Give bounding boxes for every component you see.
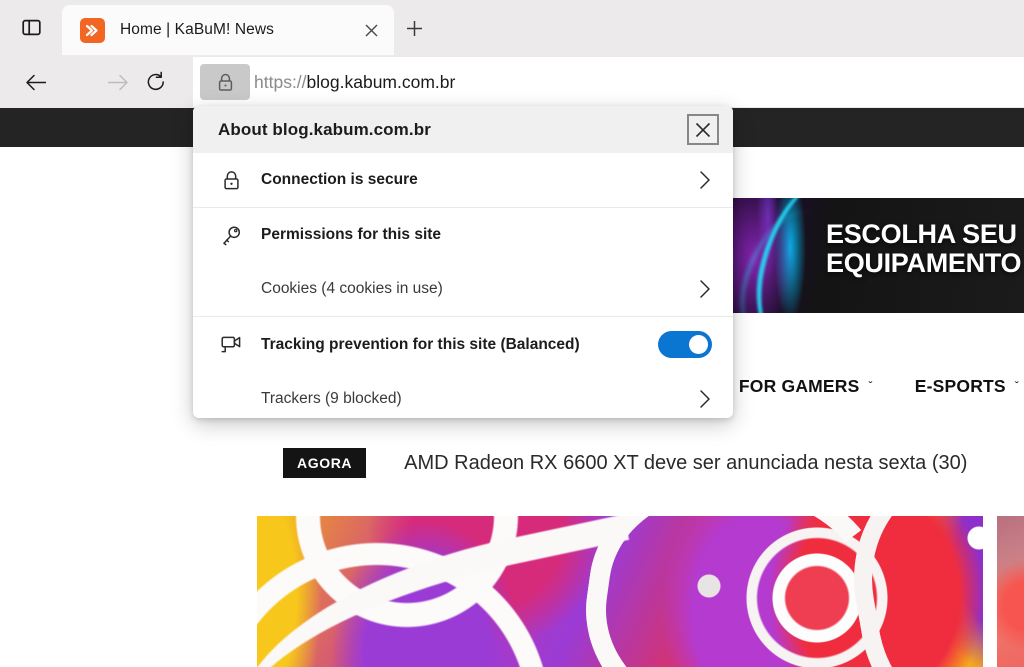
popup-row-permissions[interactable]: Permissions for this site (193, 208, 733, 262)
chevron-right-icon (699, 170, 711, 190)
popup-title: About blog.kabum.com.br (218, 120, 431, 140)
news-headline[interactable]: AMD Radeon RX 6600 XT deve ser anunciada… (404, 452, 967, 475)
kabum-favicon (80, 18, 105, 43)
nav-item-for-gamers[interactable]: FOR GAMERS ˇ (739, 376, 873, 397)
article-card-row (0, 506, 1024, 667)
chevron-down-icon: ˇ (869, 379, 873, 393)
close-icon[interactable] (687, 114, 719, 145)
chevron-down-icon: ˇ (1015, 379, 1019, 393)
url-text: https://blog.kabum.com.br (254, 57, 455, 107)
url-scheme: https:// (254, 72, 307, 93)
reload-icon[interactable] (137, 63, 175, 101)
popup-header: About blog.kabum.com.br (193, 106, 733, 153)
back-arrow-icon[interactable] (17, 63, 55, 101)
browser-toolbar: https://blog.kabum.com.br (0, 55, 1024, 108)
news-tag-badge: AGORA (283, 448, 366, 478)
tab-title: Home | KaBuM! News (120, 21, 356, 39)
lock-icon (216, 170, 246, 191)
new-tab-button[interactable] (398, 12, 430, 44)
article-card-image-secondary[interactable] (997, 516, 1024, 667)
key-icon (216, 225, 246, 246)
tab-list-icon[interactable] (12, 10, 50, 45)
video-camera-icon (216, 334, 246, 356)
promo-banner[interactable]: ESCOLHA SEU EQUIPAMENTO (730, 198, 1024, 313)
close-icon[interactable] (356, 15, 386, 45)
popup-row-trackers[interactable]: Trackers (9 blocked) (193, 372, 733, 418)
nav-item-label: FOR GAMERS (739, 376, 860, 397)
popup-row-label: Permissions for this site (261, 226, 733, 244)
popup-row-label: Trackers (9 blocked) (261, 390, 699, 408)
site-information-popup: About blog.kabum.com.br Connection is se… (193, 106, 733, 418)
popup-row-tracking-prevention[interactable]: Tracking prevention for this site (Balan… (193, 317, 733, 372)
browser-window: ESCOLHA SEU EQUIPAMENTO FOR GAMERS ˇ E-S… (0, 0, 1024, 667)
popup-row-cookies[interactable]: Cookies (4 cookies in use) (193, 262, 733, 316)
chevron-right-icon (699, 279, 711, 299)
browser-chrome: Home | KaBuM! News (0, 0, 1024, 108)
browser-tab[interactable]: Home | KaBuM! News (62, 5, 394, 55)
address-bar[interactable]: https://blog.kabum.com.br (193, 57, 1024, 107)
article-card-image-primary[interactable] (257, 516, 983, 667)
forward-arrow-icon (98, 63, 136, 101)
toggle-knob (689, 335, 708, 354)
tab-strip: Home | KaBuM! News (0, 0, 1024, 55)
breaking-news-line: AGORA AMD Radeon RX 6600 XT deve ser anu… (0, 438, 1024, 488)
nav-item-e-sports[interactable]: E-SPORTS ˇ (915, 376, 1019, 397)
site-information-lock-icon[interactable] (200, 64, 250, 100)
banner-line-2: EQUIPAMENTO (826, 249, 1024, 278)
banner-line-1: ESCOLHA SEU (826, 220, 1024, 249)
url-host: blog.kabum.com.br (307, 72, 456, 93)
popup-row-connection-secure[interactable]: Connection is secure (193, 153, 733, 207)
popup-row-label: Cookies (4 cookies in use) (261, 280, 699, 298)
chevron-right-icon (699, 389, 711, 409)
popup-row-label: Tracking prevention for this site (Balan… (261, 336, 658, 354)
popup-row-label: Connection is secure (261, 171, 699, 189)
nav-item-label: E-SPORTS (915, 376, 1006, 397)
tracking-prevention-toggle[interactable] (658, 331, 712, 358)
banner-text: ESCOLHA SEU EQUIPAMENTO (826, 220, 1024, 278)
